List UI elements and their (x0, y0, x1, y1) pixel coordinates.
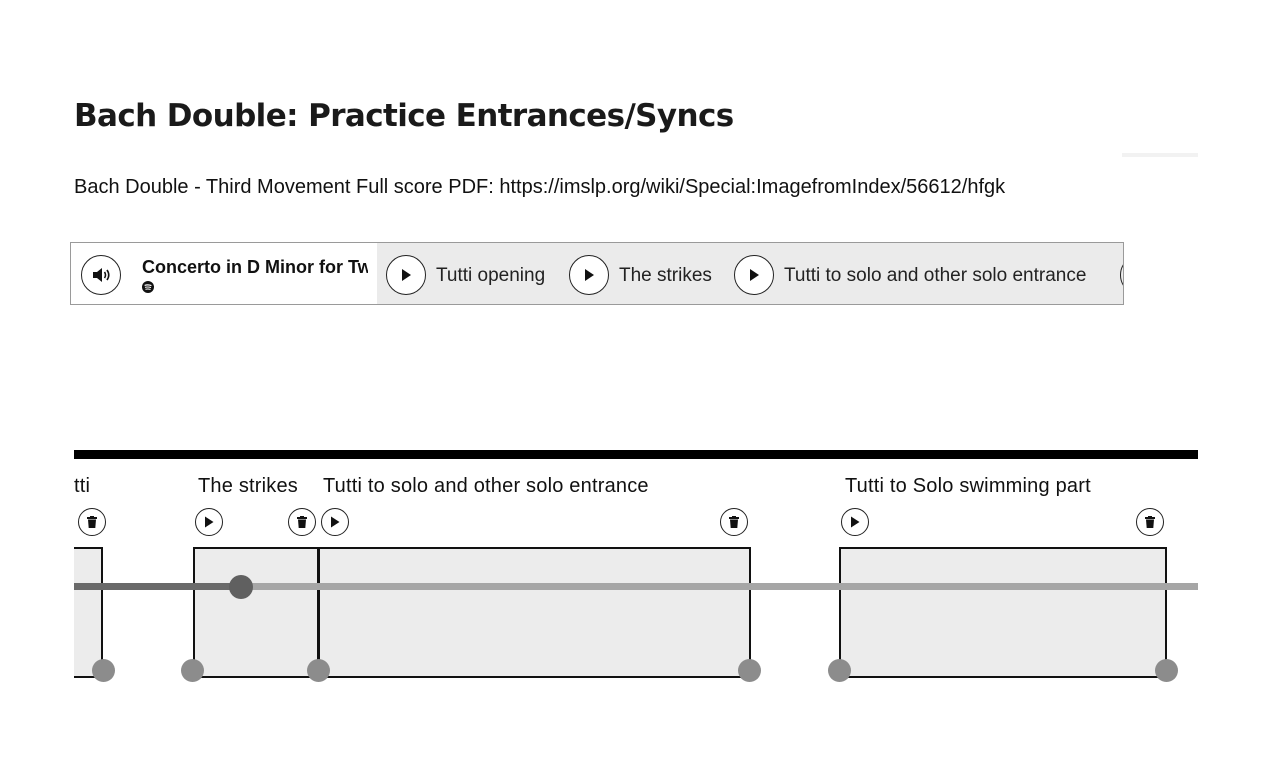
timeline-label-swimming-part: Tutti to Solo swimming part (845, 475, 1091, 497)
trash-icon (297, 516, 307, 528)
segment-swimming-part-end-handle[interactable] (1155, 659, 1178, 682)
speaker-icon (93, 268, 110, 282)
timeline-label-solo-entrance: Tutti to solo and other solo entrance (323, 475, 649, 497)
play-segment-1-button[interactable] (386, 255, 426, 295)
play-icon (750, 269, 759, 281)
segment-2-label: The strikes (619, 265, 712, 286)
playhead-handle[interactable] (229, 575, 253, 599)
play-segment-3-button[interactable] (734, 255, 774, 295)
segment-swimming-part-start-handle[interactable] (828, 659, 851, 682)
segment-solo-entrance-end-handle[interactable] (738, 659, 761, 682)
page-title: Bach Double: Practice Entrances/Syncs (74, 98, 734, 134)
segment-tutti-end-handle[interactable] (92, 659, 115, 682)
spotify-icon (142, 281, 154, 293)
segment-solo-entrance-start-handle[interactable] (307, 659, 330, 682)
segment-1-label: Tutti opening (436, 265, 546, 286)
play-icon (585, 269, 594, 281)
trash-icon (729, 516, 739, 528)
play-icon (205, 516, 214, 528)
delete-segment-swimming-part-button[interactable] (1136, 508, 1164, 536)
segment-region-swimming-part[interactable] (839, 547, 1167, 678)
track-title[interactable]: Concerto in D Minor for Two Violins (142, 257, 368, 278)
progress-played (74, 583, 241, 590)
faint-tab-marker (1122, 153, 1198, 157)
segment-region-solo-entrance[interactable] (317, 547, 751, 678)
volume-button[interactable] (81, 255, 121, 295)
segment-strikes-start-handle[interactable] (181, 659, 204, 682)
segment-region-tutti[interactable] (74, 547, 103, 678)
segment-3-label: Tutti to solo and other solo entrance (784, 265, 1087, 286)
trash-icon (1145, 516, 1155, 528)
delete-segment-tutti-button[interactable] (78, 508, 106, 536)
play-segment-4-button[interactable] (1120, 255, 1123, 295)
delete-segment-strikes-button[interactable] (288, 508, 316, 536)
play-icon (331, 516, 340, 528)
timeline-label-strikes: The strikes (198, 475, 299, 497)
timeline-top-rule (74, 450, 1198, 459)
segment-region-strikes[interactable] (193, 547, 319, 678)
play-icon (851, 516, 860, 528)
play-segment-swimming-part-button[interactable] (841, 508, 869, 536)
delete-segment-solo-entrance-button[interactable] (720, 508, 748, 536)
play-segment-strikes-button[interactable] (195, 508, 223, 536)
play-icon (402, 269, 411, 281)
spotify-player-bar: Concerto in D Minor for Two Violins Tutt… (70, 242, 1124, 305)
timeline-label-tutti: tti (74, 475, 91, 497)
player-header: Concerto in D Minor for Two Violins (71, 243, 377, 304)
trash-icon (87, 516, 97, 528)
play-segment-2-button[interactable] (569, 255, 609, 295)
play-segment-solo-entrance-button[interactable] (321, 508, 349, 536)
segment-timeline: tti The strikes Tutti to solo and other … (74, 440, 1198, 720)
page-description: Bach Double - Third Movement Full score … (74, 176, 1006, 198)
